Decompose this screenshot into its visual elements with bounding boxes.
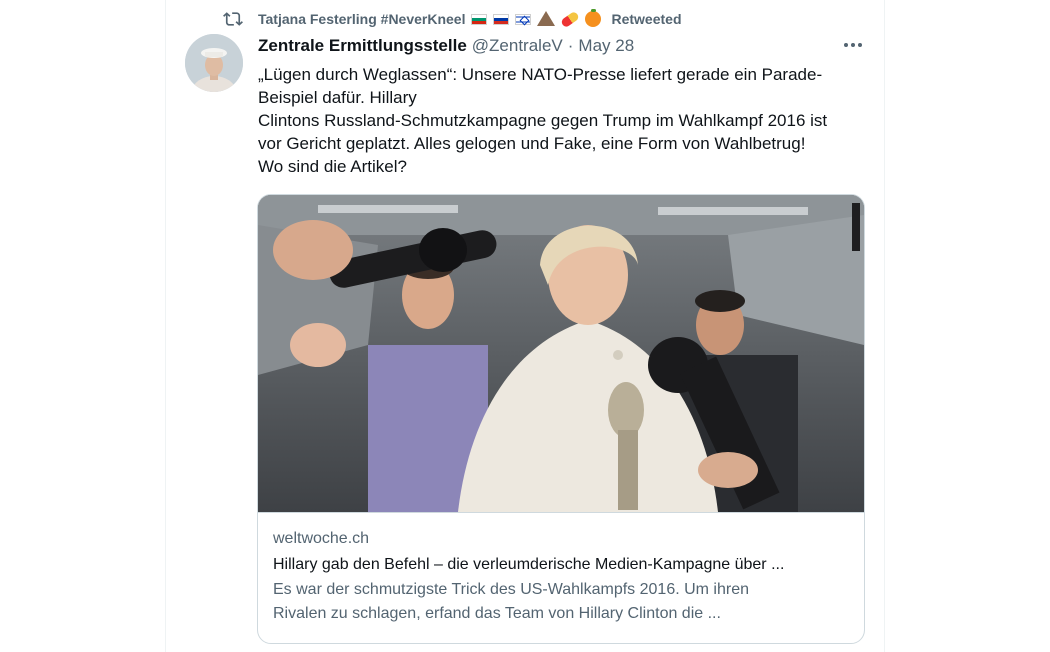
pill-icon — [560, 10, 581, 28]
tweet-text-line: Clintons Russland-Schmutzkampagne gegen … — [258, 111, 828, 130]
israel-flag-icon — [515, 13, 532, 25]
card-description-line: Es war der schmutzigste Trick des US-Wah… — [273, 581, 750, 598]
retweet-icon — [222, 8, 244, 30]
russia-flag-icon — [493, 13, 510, 25]
bulgaria-flag-icon — [471, 13, 488, 25]
card-domain: weltwoche.ch — [273, 530, 370, 547]
tweet-text-line: „Lügen durch Weglassen“: Unsere NATO-Pre… — [258, 65, 823, 84]
tweet-text-line: Beispiel dafür. Hillary — [258, 88, 417, 107]
more-icon[interactable] — [838, 34, 868, 56]
card-description-line: Rivalen zu schlagen, erfand das Team von… — [273, 605, 721, 622]
tweet-text-line: Wo sind die Artikel? — [258, 157, 407, 176]
retweeted-label: Retweeted — [611, 11, 682, 27]
tweet-text: „Lügen durch Weglassen“: Unsere NATO-Pre… — [258, 63, 868, 178]
retweeter-name[interactable]: Tatjana Festerling #NeverKneel — [258, 11, 465, 27]
tweet-date[interactable]: May 28 — [578, 36, 634, 56]
tweet-header: Zentrale Ermittlungsstelle @ZentraleV · … — [258, 35, 634, 57]
user-handle[interactable]: @ZentraleV — [472, 36, 563, 56]
tweet-text-line: vor Gericht geplatzt. Alles gelogen und … — [258, 134, 806, 153]
card-image[interactable] — [258, 195, 864, 512]
card-title[interactable]: Hillary gab den Befehl – die verleumderi… — [273, 554, 849, 576]
card-description: Es war der schmutzigste Trick des US-Wah… — [273, 578, 849, 626]
link-card[interactable]: weltwoche.ch Hillary gab den Befehl – di… — [257, 194, 865, 644]
retweet-context[interactable]: Tatjana Festerling #NeverKneel Retweeted — [222, 8, 682, 30]
card-info[interactable]: weltwoche.ch Hillary gab den Befehl – di… — [258, 512, 864, 643]
header-separator: · — [567, 36, 574, 55]
avatar[interactable] — [185, 34, 243, 92]
tangerine-icon — [585, 9, 602, 27]
volcano-icon — [537, 10, 556, 26]
display-name[interactable]: Zentrale Ermittlungsstelle — [258, 36, 467, 56]
